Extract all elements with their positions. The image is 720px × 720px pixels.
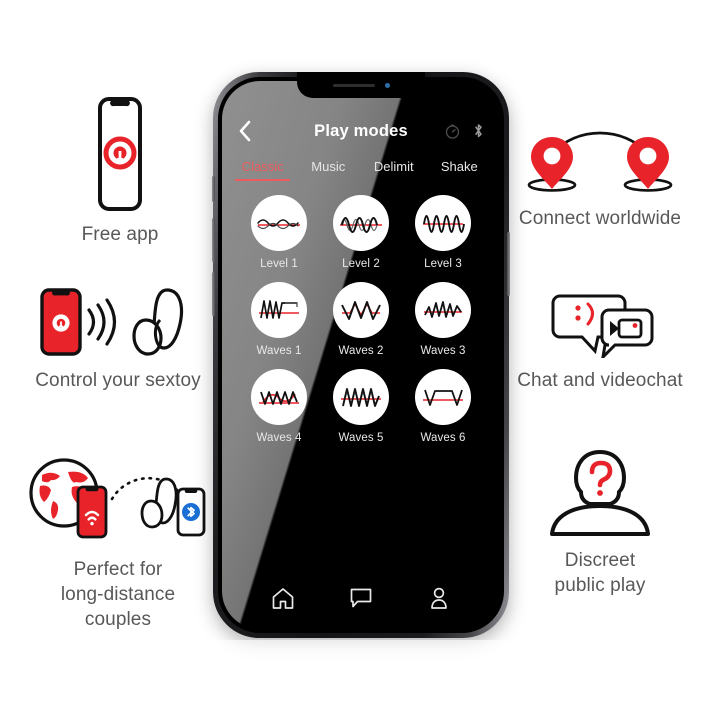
phone-with-app-logo-icon	[98, 97, 142, 211]
mode-item[interactable]: Waves 3	[402, 282, 484, 357]
speech-bubble-videocam-icon	[551, 294, 654, 358]
tab-delimit[interactable]: Delimit	[361, 159, 427, 181]
timer-gauge-icon[interactable]	[445, 124, 460, 139]
long-distance-caption-l3: couples	[84, 609, 152, 631]
front-camera-icon	[384, 82, 390, 88]
mode-item[interactable]: Level 3	[402, 195, 484, 270]
phone-reflection	[213, 640, 509, 718]
feature-long-distance: Perfect for long-distance couples	[18, 455, 218, 632]
control-art	[34, 286, 202, 358]
phone-volume-up-button[interactable]	[212, 218, 215, 262]
home-icon	[272, 587, 294, 609]
chat-caption: Chat and videochat	[517, 370, 683, 391]
mode-label: Level 1	[260, 258, 298, 270]
long-distance-caption-l2: long-distance	[60, 584, 176, 606]
profile-person-icon	[431, 587, 447, 609]
mode-item[interactable]: Waves 2	[320, 282, 402, 357]
mode-icon-waves-5	[333, 369, 389, 425]
back-button[interactable]	[238, 120, 260, 142]
play-mode-grid: Level 1 Level 2 Level 3 Waves 1 Waves 2 …	[222, 181, 500, 573]
mode-icon-waves-2	[333, 282, 389, 338]
discreet-caption-l1: Discreet	[564, 550, 636, 571]
phone-signal-toy-icon	[40, 288, 184, 356]
feature-connect-worldwide: Connect worldwide	[500, 128, 700, 231]
free-app-caption: Free app	[81, 224, 159, 245]
bluetooth-icon[interactable]	[473, 123, 484, 139]
discreet-caption: Discreet public play	[555, 548, 646, 598]
feature-chat-videochat: Chat and videochat	[500, 292, 700, 393]
mode-item[interactable]: Waves 5	[320, 369, 402, 444]
mode-label: Waves 5	[338, 432, 384, 444]
feature-control-sextoy: Control your sextoy	[18, 286, 218, 393]
mode-label: Waves 6	[420, 432, 466, 444]
discreet-caption-l2: public play	[554, 575, 646, 597]
mode-item[interactable]: Level 1	[238, 195, 320, 270]
globe-phone-bluetooth-icon	[29, 458, 206, 539]
nav-chat-button[interactable]	[322, 587, 400, 609]
long-distance-caption: Perfect for long-distance couples	[61, 557, 175, 632]
chevron-left-icon	[239, 120, 251, 142]
discreet-art	[538, 448, 662, 538]
mode-item[interactable]: Waves 1	[238, 282, 320, 357]
chat-bubble-icon	[350, 588, 372, 608]
phone-screen: Play modes Classic Music Delimit Shake L…	[222, 81, 500, 629]
mode-label: Level 3	[424, 258, 462, 270]
feature-free-app: Free app	[20, 96, 220, 247]
long-distance-caption-l1: Perfect for	[73, 559, 163, 580]
nav-home-button[interactable]	[244, 587, 322, 610]
person-question-mark-icon	[550, 449, 650, 536]
mode-tabs: Classic Music Delimit Shake	[222, 155, 500, 181]
mode-icon-waves-1	[251, 282, 307, 338]
connect-art	[518, 128, 682, 196]
mode-label: Waves 1	[256, 345, 302, 357]
mode-icon-level-1	[251, 195, 307, 251]
phone-power-button[interactable]	[507, 232, 510, 296]
connect-caption: Connect worldwide	[518, 208, 682, 229]
mode-icon-level-3	[415, 195, 471, 251]
mode-label: Waves 3	[420, 345, 466, 357]
mode-item[interactable]: Waves 4	[238, 369, 320, 444]
chat-art	[516, 292, 684, 358]
phone-notch	[297, 72, 425, 98]
app-topbar: Play modes	[222, 107, 500, 155]
reflection-fade	[213, 640, 509, 718]
tab-shake[interactable]: Shake	[427, 159, 493, 181]
tab-music[interactable]: Music	[296, 159, 362, 181]
nav-profile-button[interactable]	[400, 587, 478, 610]
mode-icon-waves-6	[415, 369, 471, 425]
free-app-art	[81, 96, 159, 212]
poster-canvas: Free app Control your sextoy Perfect for…	[0, 0, 720, 720]
app-bottom-nav	[222, 573, 500, 629]
mode-item[interactable]: Level 2	[320, 195, 402, 270]
mode-item[interactable]: Waves 6	[402, 369, 484, 444]
mode-label: Waves 2	[338, 345, 384, 357]
phone-mockup: Play modes Classic Music Delimit Shake L…	[212, 72, 510, 638]
feature-discreet-public-play: Discreet public play	[500, 448, 700, 598]
mode-icon-waves-3	[415, 282, 471, 338]
phone-volume-down-button[interactable]	[212, 272, 215, 316]
mode-label: Waves 4	[256, 432, 302, 444]
phone-mute-switch[interactable]	[212, 176, 215, 202]
earpiece-speaker	[332, 83, 375, 87]
mode-icon-level-2	[333, 195, 389, 251]
tab-classic[interactable]: Classic	[230, 159, 296, 181]
mode-label: Level 2	[342, 258, 380, 270]
mode-icon-waves-4	[251, 369, 307, 425]
control-caption: Control your sextoy	[35, 370, 201, 391]
topbar-actions	[445, 123, 484, 139]
app-ui: Play modes Classic Music Delimit Shake L…	[222, 81, 500, 629]
two-map-pins-arc-icon	[527, 131, 673, 192]
long-distance-art	[20, 455, 216, 547]
